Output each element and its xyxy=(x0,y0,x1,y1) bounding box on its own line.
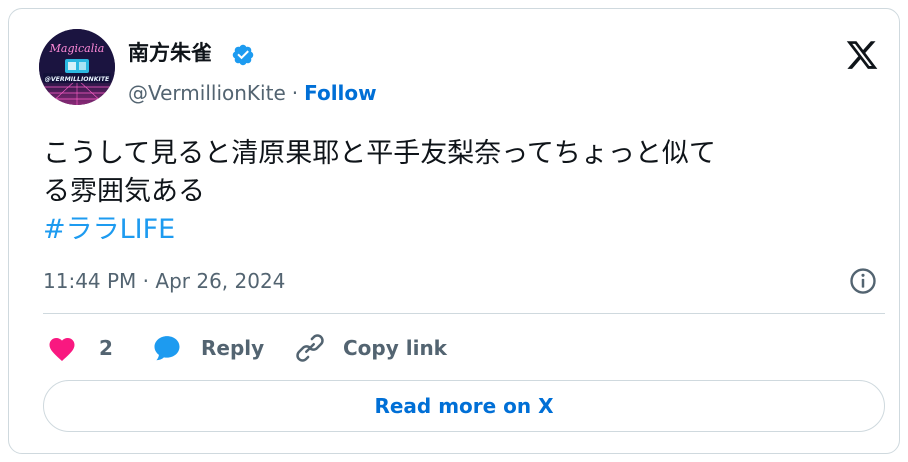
read-more-button[interactable]: Read more on X xyxy=(43,380,885,432)
tweet-timestamp[interactable]: 11:44 PM · Apr 26, 2024 xyxy=(43,268,285,294)
copy-link-button[interactable]: Copy link xyxy=(295,331,447,365)
avatar-image: Magicalia @VERMILLIONKITE xyxy=(39,29,115,105)
info-icon[interactable] xyxy=(848,266,878,296)
like-button[interactable]: 2 xyxy=(47,331,113,365)
author-display-name[interactable]: 南方朱雀 xyxy=(128,40,212,66)
avatar[interactable]: Magicalia @VERMILLIONKITE xyxy=(39,29,115,105)
tweet-text: こうして見ると清原果耶と平手友梨奈ってちょっと似て る雰囲気ある #ララLIFE xyxy=(43,135,883,249)
like-count: 2 xyxy=(99,336,113,360)
heart-icon xyxy=(49,338,75,361)
separator-dot: · xyxy=(291,81,299,105)
reply-button[interactable]: Reply xyxy=(151,331,264,365)
reply-label: Reply xyxy=(201,336,265,360)
embedded-tweet-card: Magicalia @VERMILLIONKITE 南方朱雀 @Vermilli… xyxy=(8,8,900,454)
copy-link-label: Copy link xyxy=(343,336,447,360)
read-more-label: Read more on X xyxy=(374,394,554,418)
avatar-text-bottom: @VERMILLIONKITE xyxy=(45,75,110,83)
x-logo-icon[interactable] xyxy=(845,38,879,72)
verified-badge-icon xyxy=(232,44,254,66)
link-icon xyxy=(296,334,324,362)
tweet-text-line-1: こうして見ると清原果耶と平手友梨奈ってちょっと似て xyxy=(43,138,716,169)
follow-link[interactable]: Follow xyxy=(304,81,377,105)
divider xyxy=(43,313,885,314)
handle-row: @VermillionKite · Follow xyxy=(128,80,377,106)
speech-bubble-icon xyxy=(154,336,180,361)
author-handle[interactable]: @VermillionKite xyxy=(128,81,286,105)
hashtag-link[interactable]: #ララLIFE xyxy=(43,211,175,249)
tweet-text-line-2: る雰囲気ある xyxy=(43,176,205,207)
avatar-text-top: Magicalia xyxy=(49,42,105,55)
